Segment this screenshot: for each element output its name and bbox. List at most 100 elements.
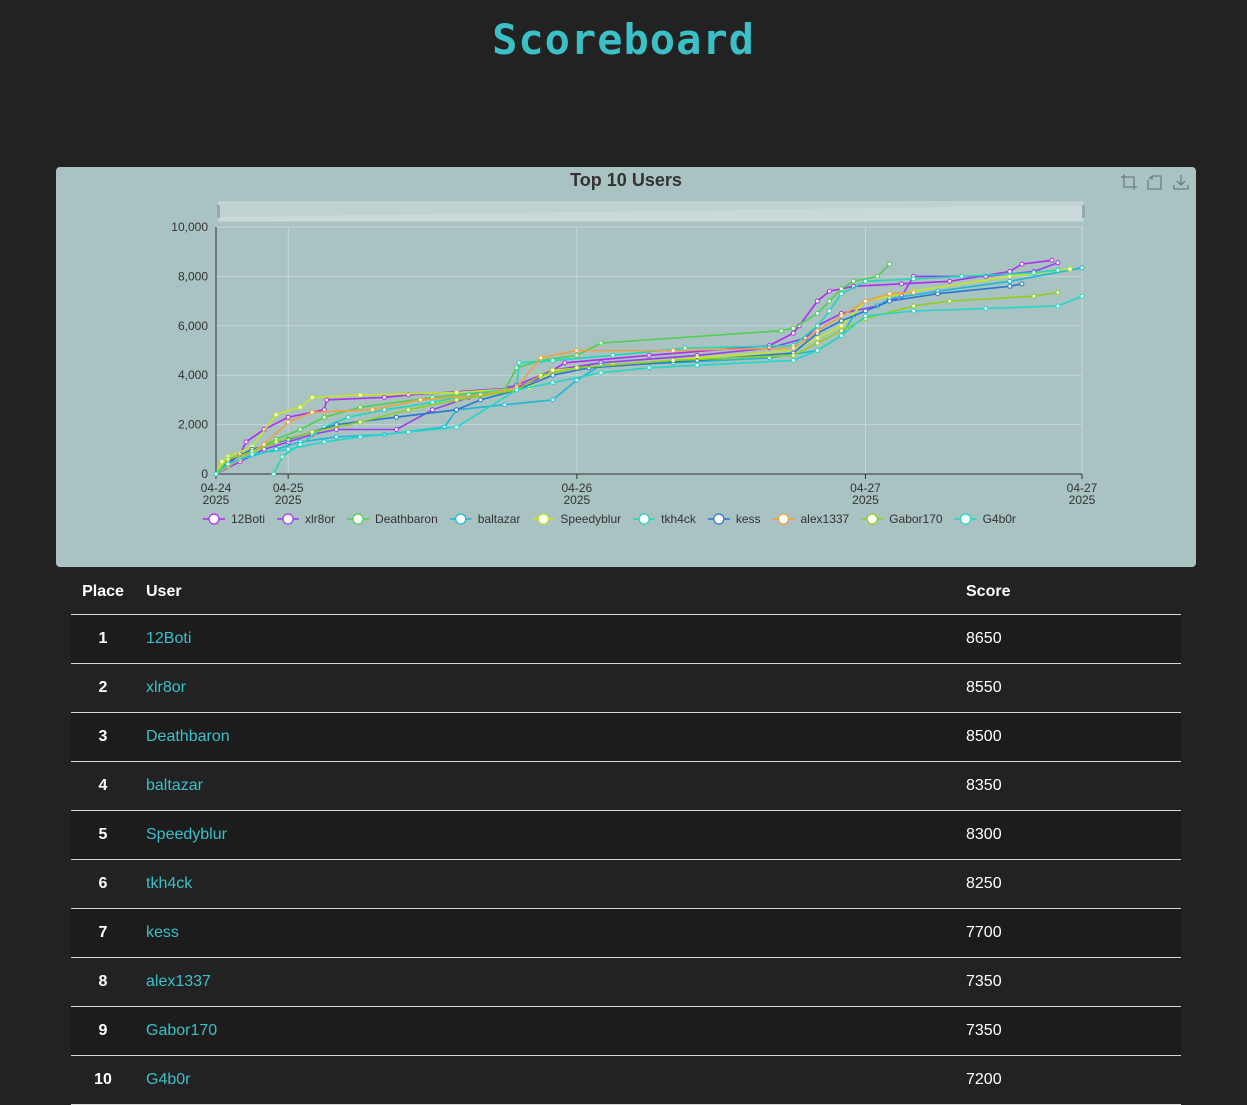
x-tick-label-year: 2025 <box>563 493 590 507</box>
datazoom-slider[interactable] <box>217 201 1085 222</box>
y-tick-label: 4,000 <box>178 368 208 382</box>
data-point <box>814 310 820 316</box>
data-point <box>574 348 580 353</box>
legend-item[interactable]: 12Boti <box>203 512 265 526</box>
user-link[interactable]: Gabor170 <box>146 1022 217 1039</box>
place-cell: 4 <box>71 761 135 811</box>
data-point <box>285 446 291 452</box>
header-score: Score <box>956 570 1181 615</box>
table-row: 10 G4b0r 7200 <box>71 1055 1181 1105</box>
user-link[interactable]: xlr8or <box>146 679 186 696</box>
data-point <box>838 333 844 339</box>
series-line <box>272 269 1058 475</box>
series-Speedyblur <box>213 266 1073 477</box>
data-point <box>598 370 604 376</box>
user-link[interactable]: Speedyblur <box>146 826 227 843</box>
data-point <box>297 404 303 410</box>
data-point <box>418 397 423 403</box>
series-line <box>215 291 914 475</box>
data-point <box>279 454 285 460</box>
place-cell: 1 <box>71 614 135 664</box>
user-link[interactable]: Deathbaron <box>146 728 230 745</box>
data-point <box>790 345 796 351</box>
data-point <box>826 288 832 294</box>
data-point <box>670 348 676 353</box>
legend-swatch-marker <box>713 513 725 525</box>
user-link[interactable]: G4b0r <box>146 1071 190 1088</box>
data-point <box>454 424 460 430</box>
data-point <box>357 434 363 440</box>
legend-label: Speedyblur <box>560 512 621 526</box>
data-point <box>1055 290 1061 295</box>
data-point <box>454 390 460 395</box>
legend-item[interactable]: G4b0r <box>954 512 1016 526</box>
legend-item[interactable]: tkh4ck <box>633 512 697 526</box>
score-cell: 8350 <box>956 761 1181 811</box>
data-point <box>345 414 351 420</box>
table-header-row: Place User Score <box>71 570 1181 615</box>
data-point <box>309 429 315 435</box>
data-point <box>219 459 225 465</box>
slider-left-handle[interactable] <box>217 205 220 218</box>
header-user: User <box>135 570 956 615</box>
legend-item[interactable]: alex1337 <box>772 512 850 526</box>
legend-item[interactable]: Deathbaron <box>347 512 438 526</box>
series-12Boti <box>213 257 1055 477</box>
chart-panel: Top 10 Users 0 2,000 4,000 6,000 8,000 10,000… <box>56 167 1196 567</box>
legend-item[interactable]: baltazar <box>449 512 521 526</box>
user-link[interactable]: kess <box>146 924 179 941</box>
data-point <box>225 461 231 467</box>
data-point <box>838 286 844 292</box>
legend-item[interactable]: Gabor170 <box>861 512 943 526</box>
x-tick-label-year: 2025 <box>852 493 879 507</box>
scoreboard-table: Place User Score 1 12Boti 8650 2 xlr8or … <box>71 570 1181 1105</box>
series-line <box>215 295 1083 475</box>
data-point <box>249 451 255 457</box>
data-point <box>863 278 868 284</box>
legend-item[interactable]: kess <box>707 512 761 526</box>
data-point <box>243 439 249 445</box>
data-point <box>814 323 820 329</box>
score-cell: 7700 <box>956 908 1181 958</box>
line-chart: Top 10 Users 0 2,000 4,000 6,000 8,000 10,000… <box>171 170 1097 526</box>
legend-label: 12Boti <box>231 512 265 526</box>
score-cell: 7200 <box>956 1055 1181 1105</box>
data-point <box>959 273 965 279</box>
data-point <box>562 360 568 366</box>
chart-title: Top 10 Users <box>570 170 682 190</box>
user-link[interactable]: alex1337 <box>146 973 211 990</box>
data-point <box>430 407 435 413</box>
score-cell: 8300 <box>956 810 1181 860</box>
data-point <box>1019 261 1025 267</box>
data-point <box>225 456 231 462</box>
data-point <box>381 394 387 400</box>
data-point <box>838 318 844 324</box>
data-point <box>369 407 375 413</box>
data-point <box>682 345 688 351</box>
data-point <box>646 352 652 358</box>
score-cell: 8500 <box>956 712 1181 762</box>
legend-item[interactable]: xlr8or <box>277 512 335 526</box>
data-point <box>838 323 844 329</box>
data-point <box>213 471 219 477</box>
user-link[interactable]: tkh4ck <box>146 875 192 892</box>
y-tick-label: 2,000 <box>178 418 208 432</box>
data-point <box>838 328 844 334</box>
data-point <box>357 392 363 398</box>
score-cell: 7350 <box>956 1006 1181 1056</box>
slider-right-handle[interactable] <box>1082 205 1085 218</box>
data-point <box>285 414 291 420</box>
data-point <box>321 439 327 445</box>
table-row: 2 xlr8or 8550 <box>71 663 1181 713</box>
place-cell: 3 <box>71 712 135 762</box>
data-point <box>814 335 820 341</box>
legend-item[interactable]: Speedyblur <box>532 512 621 526</box>
data-point <box>1007 283 1013 289</box>
score-cell: 8250 <box>956 859 1181 909</box>
x-tick-label-year: 2025 <box>203 493 230 507</box>
series-line <box>215 267 1083 475</box>
data-point <box>516 360 522 366</box>
data-point <box>814 298 820 304</box>
user-link[interactable]: 12Boti <box>146 630 191 647</box>
user-link[interactable]: baltazar <box>146 777 203 794</box>
